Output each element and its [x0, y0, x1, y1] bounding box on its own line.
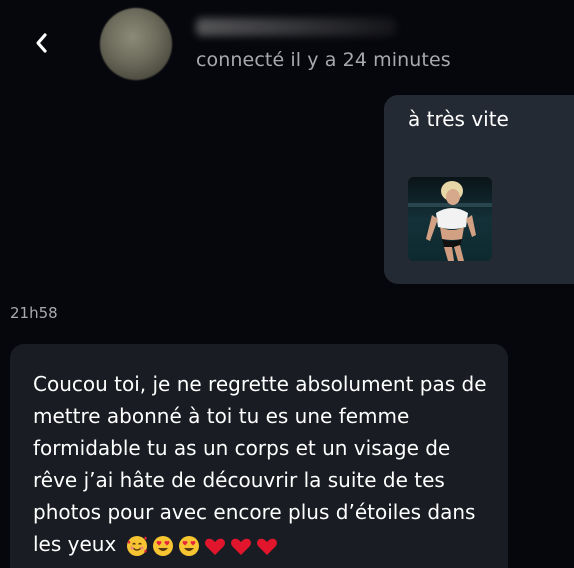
contact-name-redacted: [196, 18, 396, 36]
smiling-face-with-hearts-icon: [126, 535, 147, 556]
photo-image: [408, 177, 492, 261]
photo-thumbnail[interactable]: [408, 177, 492, 261]
chat-screen: connecté il y a 24 minutes à très vite 2…: [0, 0, 574, 568]
message-timestamp: 21h58: [10, 304, 58, 322]
outgoing-message-text: à très vite: [408, 107, 509, 131]
incoming-message-body: Coucou toi, je ne regrette absolument pa…: [33, 368, 493, 560]
incoming-message-bubble[interactable]: Coucou toi, je ne regrette absolument pa…: [10, 344, 508, 568]
heart-eyes-icon: [178, 535, 199, 556]
red-heart-icon: [256, 538, 277, 555]
red-heart-icon: [204, 538, 225, 555]
outgoing-message-bubble[interactable]: à très vite: [384, 95, 574, 284]
incoming-message-text: Coucou toi, je ne regrette absolument pa…: [33, 372, 487, 556]
online-status: connecté il y a 24 minutes: [196, 49, 451, 71]
heart-eyes-icon: [152, 535, 173, 556]
back-button[interactable]: [28, 28, 54, 58]
red-heart-icon: [230, 538, 251, 555]
avatar[interactable]: [100, 8, 172, 80]
chevron-left-icon: [36, 33, 47, 53]
emoji-row: [125, 534, 279, 558]
